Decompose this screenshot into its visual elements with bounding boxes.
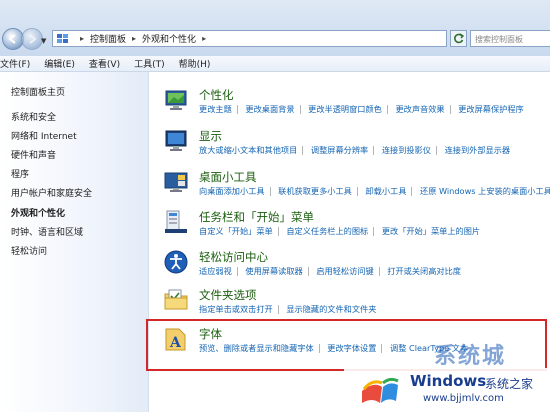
watermark-url: www.bjjmlv.com: [423, 393, 504, 404]
link-high-contrast[interactable]: 打开或关闭高对比度: [387, 265, 461, 277]
category-title[interactable]: 显示: [199, 128, 222, 144]
link-change-window-color[interactable]: 更改半透明窗口颜色: [308, 103, 382, 115]
category-title[interactable]: 个性化: [199, 87, 234, 103]
ease-of-access-icon: [164, 250, 188, 274]
address-bar: ▼ ▸ 控制面板 ▸ 外观和个性化 ▸ 搜索控制面板: [0, 0, 550, 57]
sidebar-item-home[interactable]: 控制面板主页: [11, 85, 65, 98]
category-title[interactable]: 文件夹选项: [199, 287, 257, 303]
category-title[interactable]: 轻松访问中心: [199, 249, 268, 265]
link-get-more-gadgets[interactable]: 联机获取更多小工具: [278, 185, 352, 197]
link-change-desktop-background[interactable]: 更改桌面背景: [245, 103, 294, 115]
breadcrumb-item-appearance[interactable]: 外观和个性化: [142, 32, 196, 45]
sidebar-item-user-accounts[interactable]: 用户帐户和家庭安全: [11, 186, 92, 199]
link-single-double-click[interactable]: 指定单击或双击打开: [199, 303, 273, 315]
menu-bar: 文件(F) 编辑(E) 查看(V) 工具(T) 帮助(H): [0, 56, 550, 72]
forward-arrow-icon: [29, 34, 37, 44]
sidebar-item-network[interactable]: 网络和 Internet: [11, 129, 77, 142]
menu-view[interactable]: 查看(V): [89, 57, 120, 70]
link-change-theme[interactable]: 更改主题: [199, 103, 232, 115]
link-change-screensaver[interactable]: 更改屏幕保护程序: [458, 103, 524, 115]
breadcrumb-item-control-panel[interactable]: 控制面板: [90, 32, 126, 45]
link-screen-reader[interactable]: 使用屏幕读取器: [245, 265, 302, 277]
refresh-icon: [454, 33, 465, 44]
taskbar-icon: [165, 210, 187, 233]
link-enable-access-keys[interactable]: 启用轻松访问键: [316, 265, 373, 277]
link-customize-start-menu[interactable]: 自定义「开始」菜单: [199, 225, 273, 237]
gadgets-icon: [164, 172, 188, 192]
menu-help[interactable]: 帮助(H): [179, 57, 211, 70]
folder-options-icon: [164, 289, 188, 310]
breadcrumb-separator: ▸: [80, 34, 85, 43]
breadcrumb[interactable]: ▸ 控制面板 ▸ 外观和个性化 ▸: [52, 30, 447, 47]
link-low-vision[interactable]: 适应弱视: [199, 265, 232, 277]
link-uninstall-gadget[interactable]: 卸载小工具: [365, 185, 406, 197]
link-restore-gadgets[interactable]: 还原 Windows 上安装的桌面小工具: [420, 185, 550, 197]
link-change-sound-effects[interactable]: 更改声音效果: [395, 103, 444, 115]
windows-logo-icon: [362, 377, 399, 403]
sidebar-item-appearance[interactable]: 外观和个性化: [11, 206, 65, 219]
sidebar-item-ease-of-access[interactable]: 轻松访问: [11, 244, 47, 257]
menu-file[interactable]: 文件(F): [0, 57, 30, 70]
link-show-hidden-files[interactable]: 显示隐藏的文件和文件夹: [286, 303, 376, 315]
link-change-start-picture[interactable]: 更改「开始」菜单上的图片: [382, 225, 480, 237]
control-panel-icon: [57, 33, 68, 43]
link-add-gadget[interactable]: 向桌面添加小工具: [199, 185, 265, 197]
watermark-brand-cn: 系统之家: [485, 377, 534, 391]
link-resize-text[interactable]: 放大或缩小文本和其他项目: [199, 144, 297, 156]
breadcrumb-separator: ▸: [202, 34, 207, 43]
breadcrumb-separator: ▸: [132, 34, 137, 43]
watermark-overlay-text: 系统城: [434, 344, 507, 369]
sidebar-item-system-security[interactable]: 系统和安全: [11, 110, 56, 123]
menu-tools[interactable]: 工具(T): [134, 57, 165, 70]
display-icon: [165, 130, 187, 151]
category-title[interactable]: 桌面小工具: [199, 169, 257, 185]
category-title[interactable]: 任务栏和「开始」菜单: [199, 209, 314, 225]
back-arrow-icon: [8, 34, 16, 44]
link-connect-external-display[interactable]: 连接到外部显示器: [445, 144, 511, 156]
link-connect-projector[interactable]: 连接到投影仪: [382, 144, 431, 156]
sidebar-item-programs[interactable]: 程序: [11, 167, 29, 180]
link-customize-taskbar-icons[interactable]: 自定义任务栏上的图标: [286, 225, 368, 237]
forward-button[interactable]: [21, 28, 43, 50]
search-input[interactable]: 搜索控制面板: [470, 30, 550, 47]
link-adjust-resolution[interactable]: 调整屏幕分辨率: [311, 144, 368, 156]
watermark-brand: Windows: [410, 372, 487, 390]
refresh-button[interactable]: [450, 30, 467, 47]
sidebar: 控制面板主页 系统和安全 网络和 Internet 硬件和声音 程序 用户帐户和…: [0, 72, 149, 412]
recent-pages-dropdown-icon[interactable]: ▼: [41, 37, 46, 45]
sidebar-item-clock-language[interactable]: 时钟、语言和区域: [11, 225, 83, 238]
personalization-icon: [165, 90, 187, 110]
sidebar-item-hardware-sound[interactable]: 硬件和声音: [11, 148, 56, 161]
menu-edit[interactable]: 编辑(E): [44, 57, 75, 70]
